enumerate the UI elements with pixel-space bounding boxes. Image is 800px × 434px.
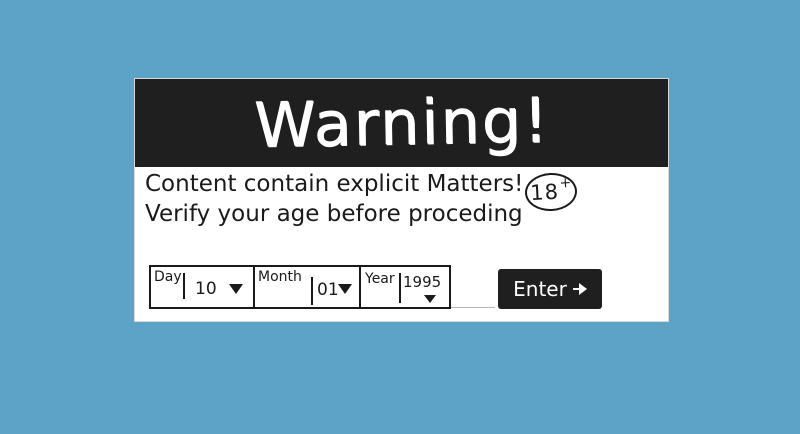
arrow-right-icon — [572, 282, 587, 296]
age-rating-badge: 18 + — [524, 171, 578, 213]
month-label: Month — [258, 269, 302, 285]
month-select[interactable]: Month 01 — [255, 267, 361, 307]
year-label: Year — [365, 271, 395, 287]
divider-line — [451, 307, 495, 308]
month-value: 01 — [317, 280, 339, 300]
year-separator — [399, 273, 401, 303]
warning-header: Warning! — [135, 79, 668, 167]
month-separator — [311, 277, 313, 305]
enter-button-label: Enter — [513, 277, 567, 301]
day-separator — [183, 273, 185, 299]
age-rating-plus: + — [559, 174, 573, 192]
year-value: 1995 — [403, 273, 442, 291]
caret-down-icon[interactable] — [229, 284, 243, 294]
age-rating-number: 18 — [529, 179, 560, 206]
age-verification-dialog: Warning! Content contain explicit Matter… — [135, 79, 668, 321]
birthdate-selector: Day 10 Month 01 Year 1995 — [149, 265, 451, 309]
year-select[interactable]: Year 1995 — [361, 267, 449, 307]
day-select[interactable]: Day 10 — [151, 267, 255, 307]
warning-message: Content contain explicit Matters! Verify… — [145, 171, 525, 228]
caret-down-icon[interactable] — [424, 295, 436, 303]
enter-button[interactable]: Enter — [498, 269, 602, 309]
message-line-verify: Verify your age before proceding — [145, 200, 523, 227]
caret-down-icon[interactable] — [338, 284, 352, 294]
day-value: 10 — [195, 279, 217, 299]
warning-title: Warning! — [252, 83, 550, 162]
day-label: Day — [154, 269, 182, 285]
message-line-explicit: Content contain explicit Matters! — [145, 171, 524, 197]
